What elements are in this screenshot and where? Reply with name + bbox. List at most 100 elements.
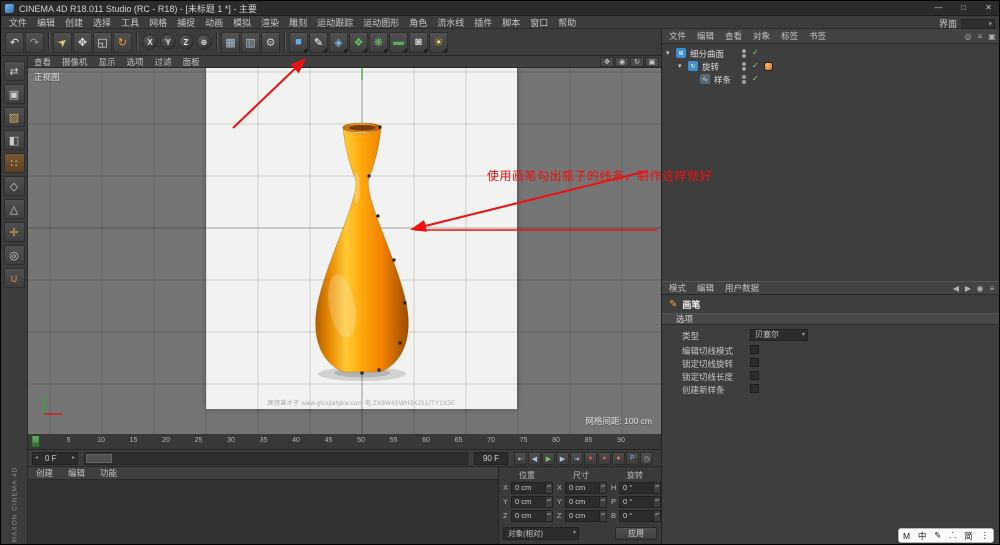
render-visibility-dot[interactable]	[742, 67, 746, 71]
render-visibility-dot[interactable]	[742, 80, 746, 84]
ime-item-0[interactable]: M	[903, 531, 910, 541]
menubar-item-12[interactable]: 运动图形	[358, 16, 404, 29]
menubar-item-1[interactable]: 编辑	[32, 16, 60, 29]
ime-item-2[interactable]: ✎	[934, 530, 941, 541]
end-frame-field[interactable]: 90 F	[474, 452, 508, 465]
menubar-item-13[interactable]: 角色	[404, 16, 432, 29]
floor-icon[interactable]: ▬	[389, 31, 408, 53]
title-bar[interactable]: CINEMA 4D R18.011 Studio (RC - R18) - [未…	[1, 1, 999, 16]
object-menu-item-3[interactable]: 对象	[753, 30, 770, 42]
render-picture-viewer-icon[interactable]: ▥	[241, 31, 260, 53]
coordinate-system-icon[interactable]: ⊕	[196, 34, 212, 50]
polygons-mode-icon[interactable]: △	[3, 199, 25, 219]
subdivision-surface-icon[interactable]: ◈	[329, 31, 348, 53]
spline-pen-icon[interactable]: ✎	[309, 31, 328, 53]
light-icon[interactable]: ☀	[429, 31, 448, 53]
menubar-item-16[interactable]: 脚本	[497, 16, 525, 29]
z-axis-lock-icon[interactable]: Z	[178, 34, 194, 50]
option-checkbox[interactable]	[750, 358, 759, 367]
goto-end-button[interactable]: ⇥	[570, 452, 583, 465]
autokey-button[interactable]: ●	[598, 452, 611, 465]
options-section-header[interactable]: 选项	[662, 313, 999, 325]
object-menu-item-0[interactable]: 文件	[669, 30, 686, 42]
viewport-solo-icon[interactable]: ◎	[3, 245, 25, 265]
om-lock-icon[interactable]: ▣	[986, 32, 998, 41]
viewport-menu-item-1[interactable]: 摄像机	[62, 56, 88, 68]
coord-value-field[interactable]: 0 cm ▴▾	[565, 496, 607, 508]
enabled-check-icon[interactable]: ✓	[752, 74, 759, 83]
menubar-item-15[interactable]: 插件	[469, 16, 497, 29]
coord-value-field[interactable]: 0 cm ▴▾	[511, 482, 553, 494]
attribute-tab-2[interactable]: 用户数据	[725, 282, 759, 294]
frame-decrement-arrow[interactable]: ◂	[35, 453, 38, 464]
object-manager[interactable]: ▾ ⊞ 细分曲面 ✓ ▾ ↻ 旋转 ✓ ∿ 样条 ✓	[662, 44, 999, 281]
visibility-dots[interactable]	[742, 62, 746, 72]
render-view-icon[interactable]: ▦	[221, 31, 240, 53]
menubar-item-14[interactable]: 流水线	[432, 16, 469, 29]
menubar-item-10[interactable]: 雕刻	[284, 16, 312, 29]
viewport-canvas[interactable]: 正视图 图怪兽才子 www.glsxjlafgkw.com 电.ZX8W4SWH…	[28, 68, 661, 434]
coord-value-field[interactable]: 0 cm ▴▾	[565, 482, 607, 494]
edges-mode-icon[interactable]: ◇	[3, 176, 25, 196]
play-button[interactable]: ▶	[542, 452, 555, 465]
menubar-item-4[interactable]: 工具	[116, 16, 144, 29]
make-editable-icon[interactable]: ⇄	[3, 61, 25, 81]
editor-visibility-dot[interactable]	[742, 49, 746, 53]
zoom-view-icon[interactable]: ◉	[615, 56, 629, 67]
layout-dropdown[interactable]: ▾	[961, 18, 995, 29]
expander-icon[interactable]: ▾	[666, 49, 670, 57]
points-mode-icon[interactable]: ∷	[3, 153, 25, 173]
menubar-item-9[interactable]: 渲染	[256, 16, 284, 29]
vase-model[interactable]	[315, 122, 409, 381]
viewport-menu-item-3[interactable]: 选项	[127, 56, 144, 68]
render-settings-icon[interactable]: ⚙	[261, 31, 280, 53]
enable-snap-icon[interactable]: ∪	[3, 268, 25, 288]
option-checkbox[interactable]	[750, 384, 759, 393]
material-menu-item-1[interactable]: 编辑	[68, 467, 85, 479]
coord-value-field[interactable]: 0 ° ▴▾	[619, 482, 661, 494]
menubar-item-3[interactable]: 选择	[88, 16, 116, 29]
model-mode-icon[interactable]: ▣	[3, 84, 25, 104]
visibility-dots[interactable]	[742, 49, 746, 59]
enabled-check-icon[interactable]: ✓	[752, 48, 759, 57]
spinner-icon[interactable]: ▴▾	[545, 497, 552, 507]
menubar-item-11[interactable]: 运动跟踪	[312, 16, 358, 29]
scale-tool-icon[interactable]: ◱	[93, 31, 112, 53]
spinner-icon[interactable]: ▴▾	[653, 511, 660, 521]
record-keyframe-button[interactable]: ●	[584, 452, 597, 465]
coord-value-field[interactable]: 0 cm ▴▾	[511, 496, 553, 508]
ime-item-3[interactable]: ⸫	[949, 530, 956, 541]
render-visibility-dot[interactable]	[742, 54, 746, 58]
enabled-check-icon[interactable]: ✓	[752, 61, 759, 70]
attribute-tab-0[interactable]: 模式	[669, 282, 686, 294]
am-back-icon[interactable]: ◀	[950, 284, 962, 293]
coord-value-field[interactable]: 0 cm ▴▾	[511, 510, 553, 522]
record-position-button[interactable]: ●	[612, 452, 625, 465]
y-axis-lock-icon[interactable]: Y	[160, 34, 176, 50]
vase-body[interactable]	[315, 126, 409, 373]
object-row-2[interactable]: ∿ 样条 ✓	[662, 73, 999, 86]
om-search-icon[interactable]: ◎	[962, 32, 974, 41]
menubar-item-6[interactable]: 捕捉	[172, 16, 200, 29]
generator-icon[interactable]: ❖	[349, 31, 368, 53]
menubar-item-5[interactable]: 网格	[144, 16, 172, 29]
spinner-icon[interactable]: ▴▾	[545, 483, 552, 493]
coord-value-field[interactable]: 0 cm ▴▾	[565, 510, 607, 522]
object-menu-item-5[interactable]: 书签	[809, 30, 826, 42]
next-key-button[interactable]: ▶	[556, 452, 569, 465]
rotate-tool-icon[interactable]: ↻	[113, 31, 132, 53]
pan-view-icon[interactable]: ✥	[600, 56, 614, 67]
viewport-menu-item-5[interactable]: 面板	[183, 56, 200, 68]
live-selection-icon[interactable]: ➤	[53, 31, 72, 53]
timeline-ruler[interactable]: 0 5 10 15 20 25 30 35 40 45 50 55 60 65 70 75 80 85 90	[28, 434, 661, 450]
coordinate-mode-dropdown[interactable]: 对象(相对) ▾	[503, 527, 579, 540]
visibility-dots[interactable]	[742, 75, 746, 85]
option-checkbox[interactable]	[750, 371, 759, 380]
menubar-item-7[interactable]: 动画	[200, 16, 228, 29]
apply-button[interactable]: 应用	[615, 527, 657, 540]
redo-icon[interactable]: ↷	[25, 31, 44, 53]
menubar-item-2[interactable]: 创建	[60, 16, 88, 29]
x-axis-lock-icon[interactable]: X	[142, 34, 158, 50]
option-checkbox[interactable]	[750, 345, 759, 354]
frame-increment-arrow[interactable]: ▸	[72, 453, 75, 464]
